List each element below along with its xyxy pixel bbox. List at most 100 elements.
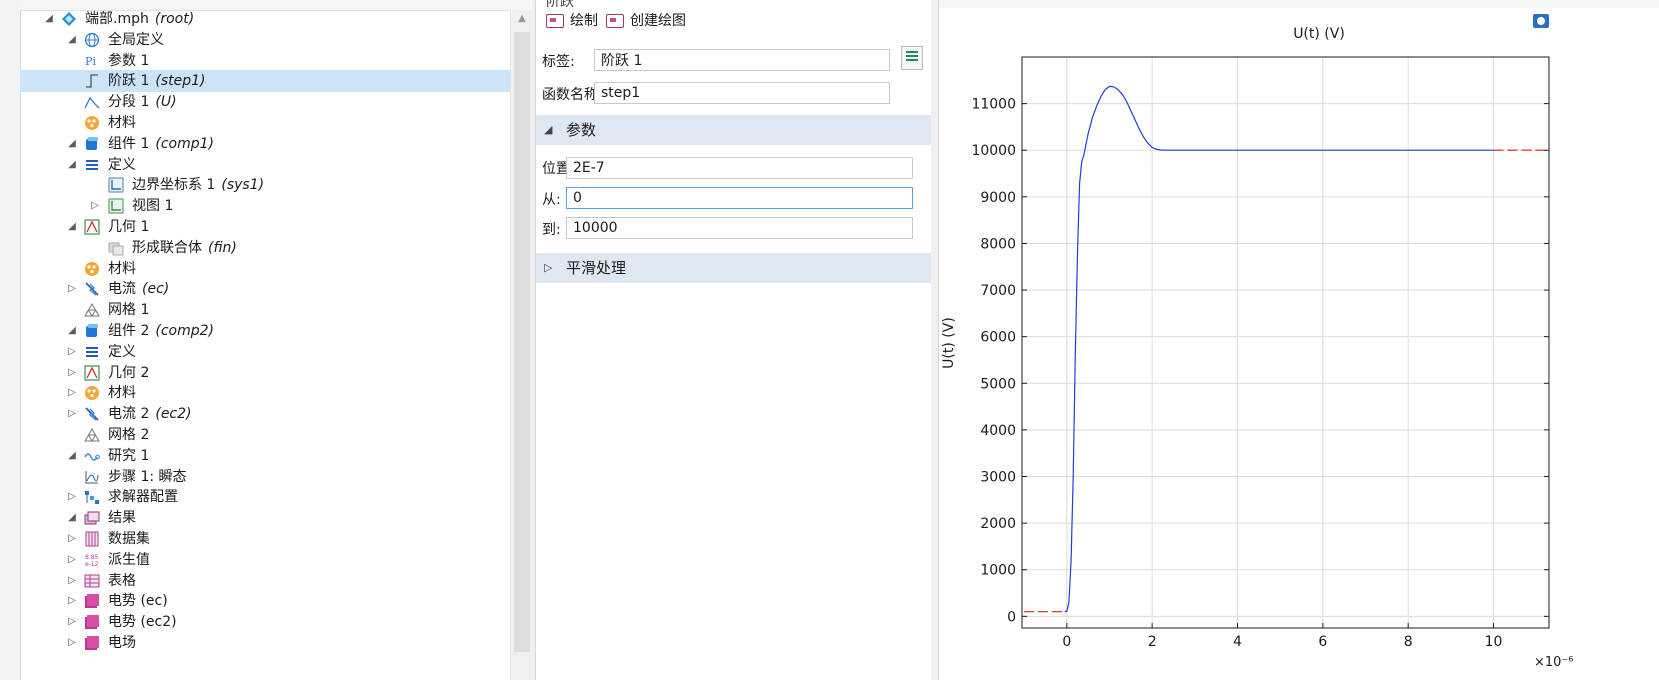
tree-item[interactable]: ◢ 结果 bbox=[20, 507, 510, 529]
collapsed-arrow-icon[interactable]: ▷ bbox=[66, 528, 78, 550]
tree-item-text: 边界坐标系 1 bbox=[132, 177, 216, 194]
tree-item-tag: (U) bbox=[155, 94, 177, 111]
tree-item[interactable]: ▷ 数据集 bbox=[20, 528, 510, 550]
collapsed-arrow-icon[interactable]: ▷ bbox=[66, 341, 78, 363]
tree-item[interactable]: ▷ 视图 1 bbox=[20, 195, 510, 217]
label-field-label: 标签: bbox=[542, 54, 575, 70]
tree-item-tag: (ec2) bbox=[155, 406, 192, 423]
create-plot-icon bbox=[606, 14, 624, 28]
tree-item[interactable]: ◢ 研究 1 bbox=[20, 445, 510, 467]
parameters-section-header[interactable]: ◢ 参数 bbox=[536, 115, 931, 145]
collapsed-arrow-icon[interactable]: ▷ bbox=[66, 382, 78, 404]
svg-text:8.85: 8.85 bbox=[85, 554, 99, 561]
tree-item[interactable]: Pi 参数 1 bbox=[20, 50, 510, 72]
tree-item-label: 派生值 bbox=[108, 549, 150, 571]
tree-item-label: 网格 2 bbox=[108, 424, 149, 446]
tree-item[interactable]: ◢ 组件 1 (comp1) bbox=[20, 133, 510, 155]
from-label: 从: bbox=[542, 192, 561, 208]
expanded-arrow-icon[interactable]: ◢ bbox=[66, 133, 78, 155]
to-field[interactable] bbox=[566, 217, 913, 239]
expanded-arrow-icon[interactable]: ◢ bbox=[66, 320, 78, 342]
tree-item[interactable]: 网格 2 bbox=[20, 424, 510, 446]
tree-item[interactable]: ▷ 电场 bbox=[20, 632, 510, 654]
tree-item-text: 网格 1 bbox=[108, 302, 150, 319]
tree-item[interactable]: ◢ 全局定义 bbox=[20, 29, 510, 51]
electric-currents-icon bbox=[84, 281, 100, 297]
function-name-field[interactable] bbox=[594, 82, 890, 104]
tree-item[interactable]: 阶跃 1 (step1) bbox=[20, 70, 510, 93]
tree-item[interactable]: ▷ 8.85 e-12 派生值 bbox=[20, 549, 510, 571]
pane-splitter[interactable] bbox=[931, 0, 938, 680]
label-field[interactable] bbox=[594, 49, 890, 71]
tree-item[interactable]: 材料 bbox=[20, 112, 510, 134]
tree-item[interactable]: 形成联合体 (fin) bbox=[20, 237, 510, 259]
x-tick-label: 2 bbox=[1148, 634, 1157, 650]
from-field[interactable] bbox=[566, 187, 913, 209]
smoothing-section-header[interactable]: ▷ 平滑处理 bbox=[536, 253, 931, 283]
tree-left-gutter bbox=[0, 0, 21, 680]
tree-item[interactable]: ▷ 电流 2 (ec2) bbox=[20, 403, 510, 425]
y-tick-label: 6000 bbox=[980, 330, 1016, 346]
expanded-arrow-icon[interactable]: ◢ bbox=[66, 29, 78, 51]
collapsed-arrow-icon[interactable]: ▷ bbox=[66, 278, 78, 300]
y-axis-label: U(t) (V) bbox=[941, 317, 957, 369]
expanded-arrow-icon[interactable]: ◢ bbox=[66, 154, 78, 176]
scroll-up-icon[interactable]: ▲ bbox=[511, 10, 533, 28]
collapsed-arrow-icon[interactable]: ▷ bbox=[66, 590, 78, 612]
tree-item-label: 电流 (ec) bbox=[108, 278, 169, 300]
tree-item[interactable]: ▷ 定义 bbox=[20, 341, 510, 363]
tree-item[interactable]: 网格 1 bbox=[20, 299, 510, 321]
tree-item[interactable]: ▷ 几何 2 bbox=[20, 362, 510, 384]
tree-scrollbar[interactable]: ▲ bbox=[510, 10, 533, 680]
collapsed-arrow-icon[interactable]: ▷ bbox=[66, 632, 78, 654]
tree-item[interactable]: ▷ 求解器配置 bbox=[20, 486, 510, 508]
tree-item-label: 材料 bbox=[108, 258, 136, 280]
x-tick-label: 4 bbox=[1233, 634, 1242, 650]
collapsed-arrow-icon[interactable]: ▷ bbox=[66, 611, 78, 633]
coordinate-system-icon bbox=[108, 177, 124, 193]
tree-item-tag: (fin) bbox=[208, 239, 237, 256]
create-plot-button[interactable]: 创建绘图 bbox=[606, 10, 686, 32]
tree-item[interactable]: ▷ 电势 (ec) bbox=[20, 590, 510, 612]
tree-item[interactable]: ◢ 几何 1 bbox=[20, 216, 510, 238]
tree-item[interactable]: ▷ 电势 (ec2) bbox=[20, 611, 510, 633]
tree-item[interactable]: 边界坐标系 1 (sys1) bbox=[20, 174, 510, 196]
collapsed-arrow-icon[interactable]: ▷ bbox=[66, 549, 78, 571]
collapsed-arrow-icon[interactable]: ▷ bbox=[66, 403, 78, 425]
tree-item[interactable]: ▷ 表格 bbox=[20, 570, 510, 592]
tree-item[interactable]: ▷ 电流 (ec) bbox=[20, 278, 510, 300]
y-tick-label: 8000 bbox=[980, 236, 1016, 252]
tree-item[interactable]: 材料 bbox=[20, 258, 510, 280]
collapsed-arrow-icon[interactable]: ▷ bbox=[66, 486, 78, 508]
y-tick-label: 2000 bbox=[980, 516, 1016, 532]
collapsed-arrow-icon[interactable]: ▷ bbox=[66, 362, 78, 384]
expanded-arrow-icon[interactable]: ◢ bbox=[66, 445, 78, 467]
tree-item[interactable]: ▷ 材料 bbox=[20, 382, 510, 404]
component-icon bbox=[84, 136, 100, 152]
geometry-icon bbox=[84, 219, 100, 235]
plot-group-icon bbox=[84, 614, 100, 630]
scrollbar-thumb[interactable] bbox=[514, 32, 530, 652]
tree-item-label: 定义 bbox=[108, 154, 136, 176]
expanded-arrow-icon[interactable]: ◢ bbox=[66, 507, 78, 529]
collapsed-arrow-icon[interactable]: ▷ bbox=[66, 570, 78, 592]
tree-item-text: 电流 2 bbox=[108, 406, 150, 423]
collapsed-arrow-icon[interactable]: ▷ bbox=[89, 195, 101, 217]
tree-item[interactable]: ◢ 定义 bbox=[20, 154, 510, 176]
form-union-icon bbox=[108, 240, 124, 256]
tree-item-text: 参数 1 bbox=[108, 52, 150, 69]
y-tick-label: 9000 bbox=[980, 190, 1016, 206]
model-icon bbox=[61, 11, 77, 27]
expanded-arrow-icon[interactable]: ◢ bbox=[43, 8, 55, 30]
plot-button[interactable]: 绘制 bbox=[546, 10, 598, 32]
tree-item[interactable]: ◢ 组件 2 (comp2) bbox=[20, 320, 510, 342]
results-icon bbox=[84, 510, 100, 526]
tree-item[interactable]: 分段 1 (U) bbox=[20, 91, 510, 113]
expanded-arrow-icon[interactable]: ◢ bbox=[66, 216, 78, 238]
mesh-icon bbox=[84, 302, 100, 318]
tree-item[interactable]: 步骤 1: 瞬态 bbox=[20, 466, 510, 488]
model-tree: ◢ 端部.mph (root) ◢ 全局定义 Pi 参数 1 阶跃 1 (step1) 分段 1 (… bbox=[20, 10, 510, 680]
tree-item[interactable]: ◢ 端部.mph (root) bbox=[20, 8, 510, 30]
label-options-button[interactable] bbox=[901, 46, 923, 70]
location-field[interactable] bbox=[566, 157, 913, 179]
